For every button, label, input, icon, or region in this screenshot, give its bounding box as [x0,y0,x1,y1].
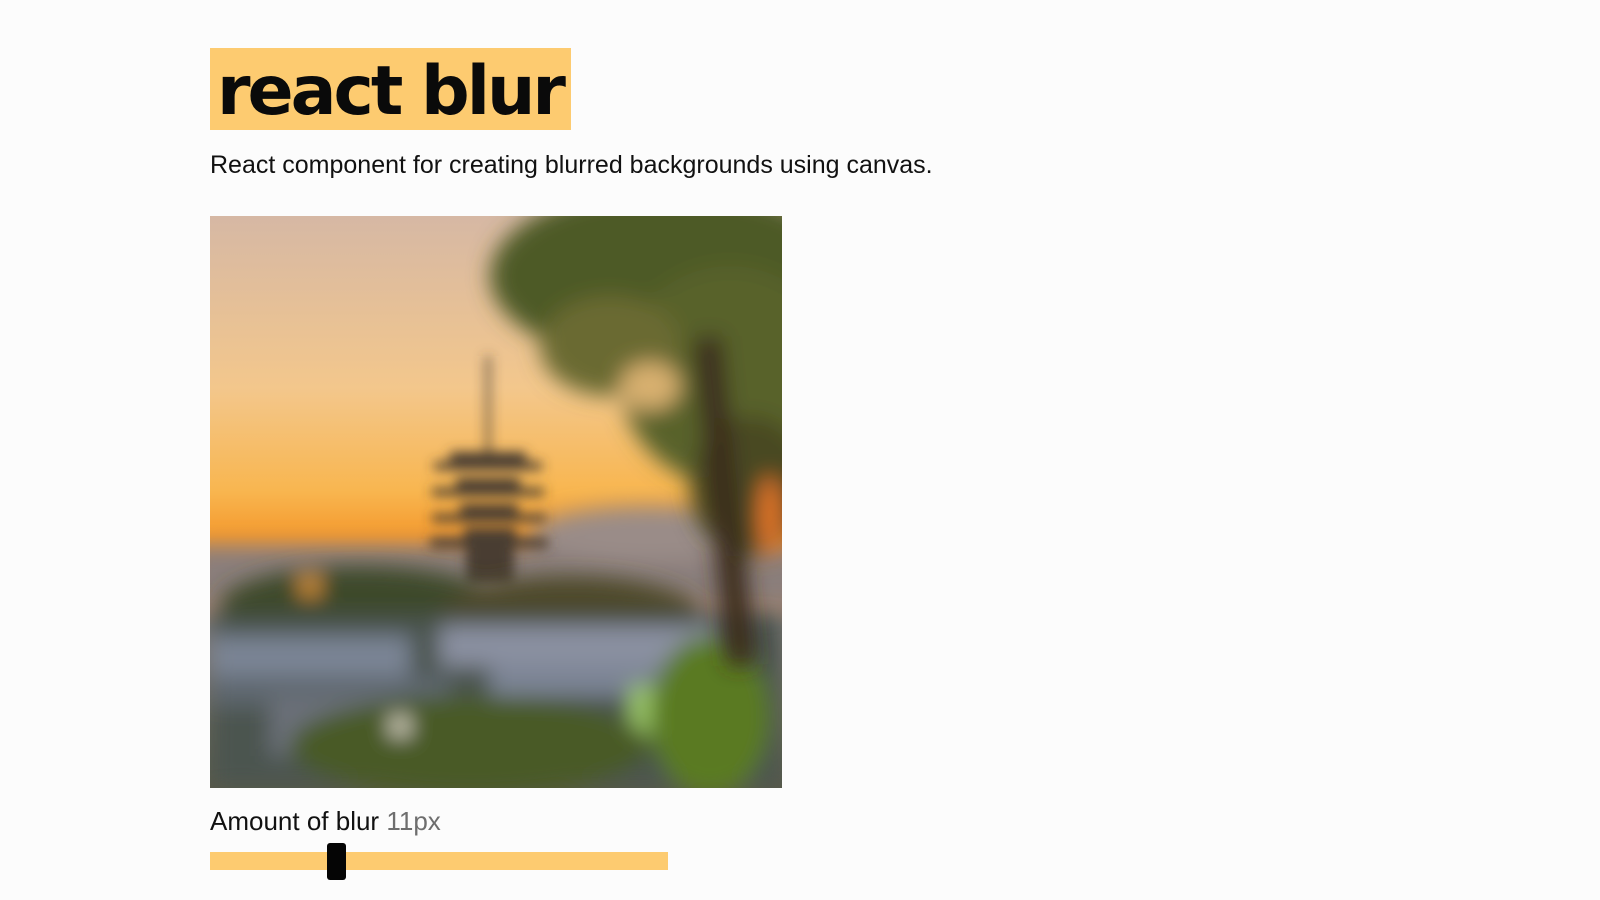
blur-slider-thumb[interactable] [326,843,346,880]
blurred-image [210,216,782,788]
page: react blur React component for creating … [0,0,1600,900]
page-title: react blur [210,48,571,131]
blur-amount-label-text: Amount of blur [210,806,380,836]
blur-slider[interactable] [210,843,668,880]
blur-slider-track[interactable] [210,852,668,870]
blur-amount-label: Amount of blur 11px [210,804,441,838]
page-subtitle: React component for creating blurred bac… [210,151,933,179]
blurred-image-canvas [210,216,782,788]
blur-amount-value: 11px [386,806,441,836]
